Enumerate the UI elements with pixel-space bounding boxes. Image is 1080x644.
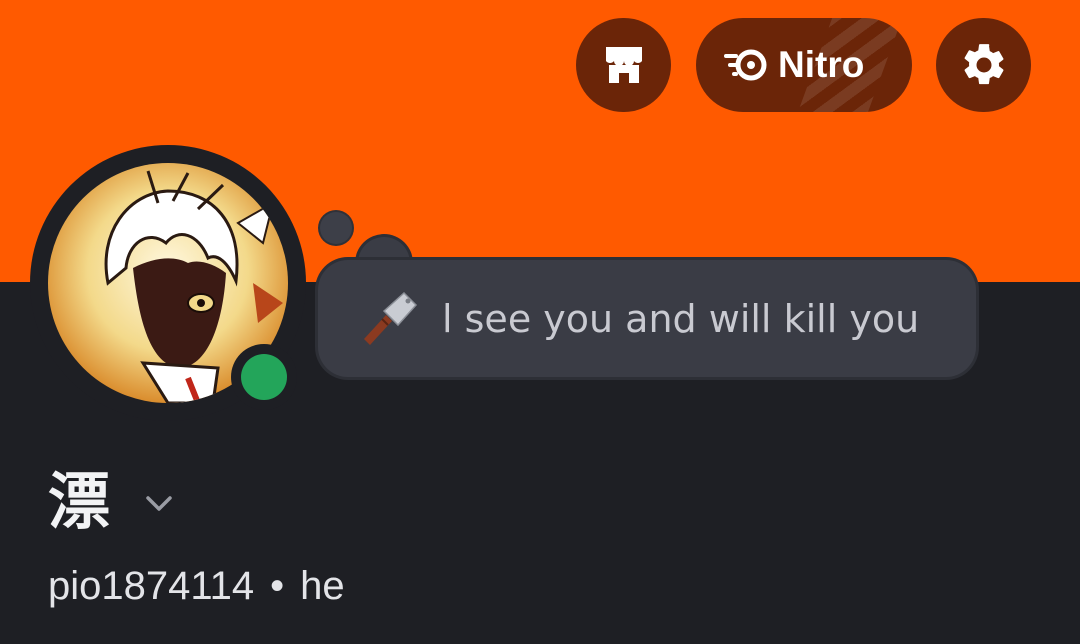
gear-icon [964, 44, 1003, 85]
knife-icon [364, 291, 418, 345]
shop-icon [605, 47, 642, 83]
chevron-down-icon[interactable] [140, 485, 178, 523]
nitro-icon [724, 49, 767, 81]
username-line: pio1874114 • he [48, 560, 345, 612]
settings-button[interactable] [936, 18, 1031, 112]
pronouns: he [300, 564, 345, 608]
username: pio1874114 [48, 564, 255, 608]
custom-status-bubble[interactable]: l see you and will kill you [318, 260, 976, 377]
nitro-label: Nitro [778, 44, 865, 85]
shop-button[interactable] [576, 18, 671, 112]
thought-bubble-dot-small [320, 212, 352, 244]
separator-dot: • [270, 564, 285, 608]
profile-screen: Nitro l see you and will kill you 漂 pio1… [0, 0, 1080, 644]
custom-status-text: l see you and will kill you [442, 296, 920, 341]
display-name: 漂 [48, 465, 111, 538]
online-status-indicator [241, 354, 287, 400]
nitro-button[interactable]: Nitro [696, 18, 912, 112]
